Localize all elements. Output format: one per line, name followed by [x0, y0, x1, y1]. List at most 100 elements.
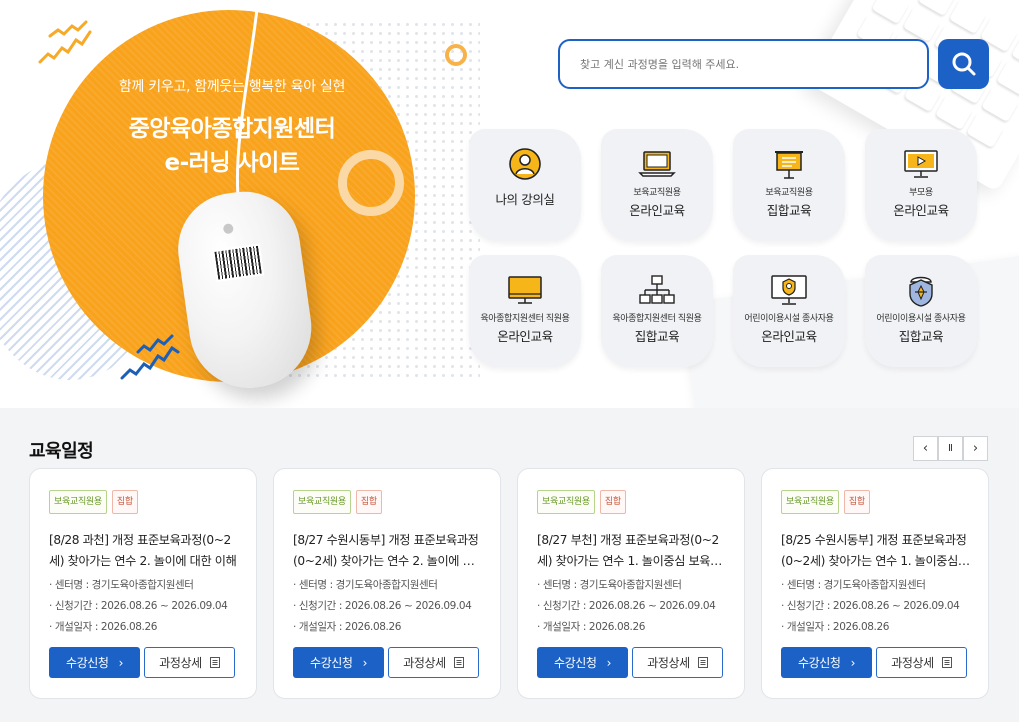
- tile-sublabel: 어린이이용시설 종사자용: [744, 314, 834, 324]
- tile-center-staff-group[interactable]: 육아종합지원센터 직원용 집합교육: [601, 255, 713, 367]
- document-icon: [209, 657, 220, 668]
- detail-button[interactable]: 과정상세: [876, 647, 967, 678]
- chevron-right-icon: ›: [362, 655, 368, 670]
- course-period: · 신청기간 : 2026.08.26 ~ 2026.09.04: [49, 600, 228, 612]
- detail-button[interactable]: 과정상세: [144, 647, 235, 678]
- course-title[interactable]: [8/27 수원시동부] 개정 표준보육과정(0~2세) 찾아가는 연수 2. …: [293, 530, 483, 572]
- badge-type: 집합: [843, 490, 870, 514]
- apply-button[interactable]: 수강신청 ›: [537, 647, 628, 678]
- course-period: · 신청기간 : 2026.08.26 ~ 2026.09.04: [781, 600, 960, 612]
- detail-button-label: 과정상세: [891, 656, 934, 670]
- section-title: 교육일정: [29, 441, 94, 462]
- course-title[interactable]: [8/28 과천] 개정 표준보육과정(0~2세) 찾아가는 연수 2. 놀이에…: [49, 530, 239, 572]
- apply-button-label: 수강신청: [798, 656, 841, 670]
- badge-target: 보육교직원용: [49, 490, 107, 514]
- chevron-right-icon: ›: [606, 655, 612, 670]
- course-open-date: · 개설일자 : 2026.08.26: [49, 621, 158, 633]
- tile-facility-group[interactable]: 어린이이용시설 종사자용 집합교육: [865, 255, 977, 367]
- tile-center-staff-online[interactable]: 육아종합지원센터 직원용 온라인교육: [469, 255, 581, 367]
- badge-target: 보육교직원용: [293, 490, 351, 514]
- badge-target: 보육교직원용: [781, 490, 839, 514]
- apply-button-label: 수강신청: [66, 656, 109, 670]
- org-chart-icon: [639, 275, 675, 304]
- tile-teacher-online[interactable]: 보육교직원용 온라인교육: [601, 129, 713, 241]
- tile-sublabel: 보육교직원용: [765, 188, 813, 198]
- apply-button[interactable]: 수강신청 ›: [293, 647, 384, 678]
- course-card[interactable]: 보육교직원용 집합 [8/27 부천] 개정 표준보육과정(0~2세) 찾아가는…: [517, 468, 745, 699]
- course-open-date: · 개설일자 : 2026.08.26: [781, 621, 890, 633]
- course-period: · 신청기간 : 2026.08.26 ~ 2026.09.04: [293, 600, 472, 612]
- badge-type: 집합: [599, 490, 626, 514]
- badge-target: 보육교직원용: [537, 490, 595, 514]
- detail-button-label: 과정상세: [647, 656, 690, 670]
- course-open-date: · 개설일자 : 2026.08.26: [537, 621, 646, 633]
- shield-badge-icon: [909, 276, 933, 307]
- zigzag-icon-blue: [120, 334, 180, 380]
- chevron-right-icon: ›: [118, 655, 124, 670]
- tile-parent-online[interactable]: 부모용 온라인교육: [865, 129, 977, 241]
- tile-label: 집합교육: [898, 329, 944, 344]
- tile-label: 집합교육: [634, 329, 680, 344]
- tile-label: 온라인교육: [497, 329, 553, 344]
- apply-button[interactable]: 수강신청 ›: [781, 647, 872, 678]
- tile-sublabel: 육아종합지원센터 직원용: [480, 314, 570, 324]
- search-input[interactable]: [580, 57, 927, 71]
- search-field[interactable]: [558, 39, 929, 89]
- document-icon: [697, 657, 708, 668]
- tile-sublabel: 부모용: [909, 188, 933, 198]
- course-center: · 센터명 : 경기도육아종합지원센터: [781, 579, 926, 591]
- course-title[interactable]: [8/27 부천] 개정 표준보육과정(0~2세) 찾아가는 연수 1. 놀이중…: [537, 530, 727, 572]
- hero-subtitle: 함께 키우고, 함께웃는 행복한 육아 실현: [118, 79, 346, 95]
- hero-title-line1: 중앙육아종합지원센터: [128, 116, 336, 142]
- course-card[interactable]: 보육교직원용 집합 [8/27 수원시동부] 개정 표준보육과정(0~2세) 찾…: [273, 468, 501, 699]
- tile-label: 나의 강의실: [495, 192, 555, 207]
- laptop-icon: [638, 151, 676, 177]
- pause-button[interactable]: Ⅱ: [938, 436, 963, 461]
- course-title[interactable]: [8/25 수원시동부] 개정 표준보육과정(0~2세) 찾아가는 연수 1. …: [781, 530, 971, 572]
- course-card[interactable]: 보육교직원용 집합 [8/25 수원시동부] 개정 표준보육과정(0~2세) 찾…: [761, 468, 989, 699]
- detail-button[interactable]: 과정상세: [388, 647, 479, 678]
- chevron-right-icon: ›: [850, 655, 856, 670]
- mouse-wheel: [222, 223, 234, 235]
- tile-teacher-group[interactable]: 보육교직원용 집합교육: [733, 129, 845, 241]
- monitor-badge-icon: [771, 275, 807, 305]
- presentation-board-icon: [775, 151, 803, 179]
- search-button[interactable]: [938, 39, 989, 89]
- hero-title-line2: e-러닝 사이트: [164, 150, 300, 176]
- badge-type: 집합: [355, 490, 382, 514]
- course-center: · 센터명 : 경기도육아종합지원센터: [293, 579, 438, 591]
- detail-button[interactable]: 과정상세: [632, 647, 723, 678]
- tile-label: 온라인교육: [761, 329, 817, 344]
- apply-button-label: 수강신청: [310, 656, 353, 670]
- course-card[interactable]: 보육교직원용 집합 [8/28 과천] 개정 표준보육과정(0~2세) 찾아가는…: [29, 468, 257, 699]
- hero-banner: 함께 키우고, 함께웃는 행복한 육아 실현 중앙육아종합지원센터 e-러닝 사…: [0, 0, 1019, 408]
- search-icon: [952, 52, 975, 76]
- course-center: · 센터명 : 경기도육아종합지원센터: [537, 579, 682, 591]
- tile-label: 온라인교육: [893, 203, 949, 218]
- hero-title: 중앙육아종합지원센터 e-러닝 사이트: [60, 112, 404, 180]
- tile-label: 집합교육: [766, 203, 812, 218]
- document-icon: [453, 657, 464, 668]
- tile-facility-online[interactable]: 어린이이용시설 종사자용 온라인교육: [733, 255, 845, 367]
- course-period: · 신청기간 : 2026.08.26 ~ 2026.09.04: [537, 600, 716, 612]
- badge-group: 보육교직원용 집합: [781, 490, 870, 514]
- apply-button[interactable]: 수강신청 ›: [49, 647, 140, 678]
- prev-button[interactable]: ‹: [913, 436, 938, 461]
- tile-label: 온라인교육: [629, 203, 685, 218]
- badge-group: 보육교직원용 집합: [293, 490, 382, 514]
- document-icon: [941, 657, 952, 668]
- monitor-icon: [508, 276, 542, 304]
- tile-my-classroom[interactable]: 나의 강의실: [469, 129, 581, 241]
- user-circle-icon: [509, 148, 541, 180]
- tile-sublabel: 보육교직원용: [633, 188, 681, 198]
- next-button[interactable]: ›: [963, 436, 988, 461]
- badge-type: 집합: [111, 490, 138, 514]
- video-screen-icon: [904, 150, 938, 178]
- decorative-ring-small: [445, 44, 467, 66]
- apply-button-label: 수강신청: [554, 656, 597, 670]
- course-open-date: · 개설일자 : 2026.08.26: [293, 621, 402, 633]
- detail-button-label: 과정상세: [159, 656, 202, 670]
- course-center: · 센터명 : 경기도육아종합지원센터: [49, 579, 194, 591]
- badge-group: 보육교직원용 집합: [49, 490, 138, 514]
- tile-sublabel: 어린이이용시설 종사자용: [876, 314, 966, 324]
